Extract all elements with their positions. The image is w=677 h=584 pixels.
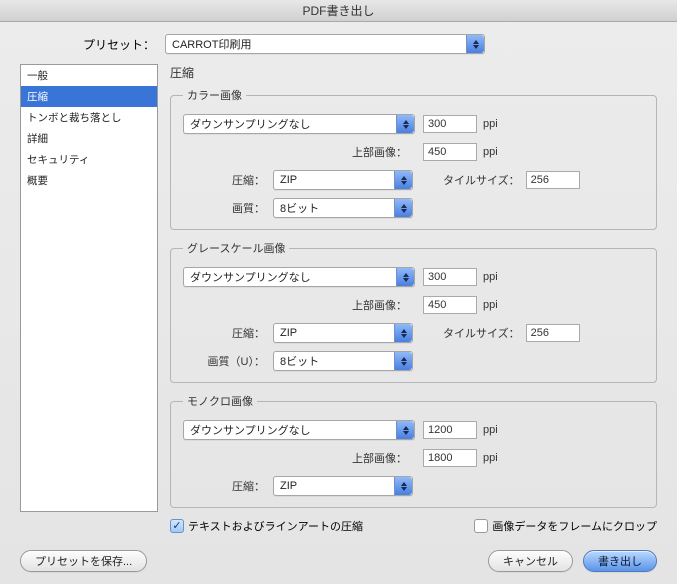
color-tile-label: タイルサイズ： (443, 172, 520, 188)
color-compress-value: ZIP (274, 174, 394, 186)
export-button[interactable]: 書き出し (583, 550, 657, 572)
dropdown-arrows-icon (394, 352, 412, 370)
color-quality-label: 画質： (183, 200, 273, 216)
gray-compress-label: 圧縮： (183, 325, 273, 341)
color-compress-label: 圧縮： (183, 172, 273, 188)
sidebar-item-general[interactable]: 一般 (21, 65, 157, 86)
ppi-unit: ppi (483, 146, 498, 158)
color-downsample-value: ダウンサンプリングなし (184, 116, 396, 132)
dropdown-arrows-icon (466, 35, 484, 53)
dropdown-arrows-icon (394, 477, 412, 495)
sidebar-item-summary[interactable]: 概要 (21, 170, 157, 191)
color-above-ppi-input[interactable]: 450 (423, 143, 477, 161)
dropdown-arrows-icon (394, 199, 412, 217)
save-preset-button[interactable]: プリセットを保存... (20, 550, 147, 572)
cancel-button[interactable]: キャンセル (488, 550, 573, 572)
compress-text-lineart-checkbox[interactable]: テキストおよびラインアートの圧縮 (170, 518, 363, 534)
preset-label: プリセット： (20, 36, 165, 53)
color-downsample-select[interactable]: ダウンサンプリングなし (183, 114, 415, 134)
compress-text-lineart-label: テキストおよびラインアートの圧縮 (188, 518, 363, 534)
crop-image-data-label: 画像データをフレームにクロップ (492, 518, 657, 534)
mono-compress-label: 圧縮： (183, 478, 273, 494)
gray-quality-select[interactable]: 8ビット (273, 351, 413, 371)
color-quality-select[interactable]: 8ビット (273, 198, 413, 218)
color-images-group: カラー画像 ダウンサンプリングなし 300 ppi 上部画像： 450 ppi (170, 87, 657, 230)
mono-above-label: 上部画像： (183, 450, 415, 466)
mono-above-ppi-input[interactable]: 1800 (423, 449, 477, 467)
checkbox-icon (170, 519, 184, 533)
gray-tile-input[interactable]: 256 (526, 324, 580, 342)
ppi-unit: ppi (483, 271, 498, 283)
gray-downsample-select[interactable]: ダウンサンプリングなし (183, 267, 415, 287)
ppi-unit: ppi (483, 452, 498, 464)
color-quality-value: 8ビット (274, 200, 394, 216)
dropdown-arrows-icon (394, 324, 412, 342)
sidebar: 一般 圧縮 トンボと裁ち落とし 詳細 セキュリティ 概要 (20, 64, 158, 512)
gray-quality-label: 画質（U）： (183, 353, 273, 369)
crop-image-data-checkbox[interactable]: 画像データをフレームにクロップ (474, 518, 657, 534)
ppi-unit: ppi (483, 424, 498, 436)
mono-downsample-value: ダウンサンプリングなし (184, 422, 396, 438)
section-title: 圧縮 (170, 64, 657, 81)
mono-compress-select[interactable]: ZIP (273, 476, 413, 496)
gray-downsample-value: ダウンサンプリングなし (184, 269, 396, 285)
gray-compress-select[interactable]: ZIP (273, 323, 413, 343)
ppi-unit: ppi (483, 299, 498, 311)
window-title: PDF書き出し (0, 0, 677, 22)
color-compress-select[interactable]: ZIP (273, 170, 413, 190)
gray-images-group: グレースケール画像 ダウンサンプリングなし 300 ppi 上部画像： 450 … (170, 240, 657, 383)
dropdown-arrows-icon (396, 421, 414, 439)
sidebar-item-security[interactable]: セキュリティ (21, 149, 157, 170)
dropdown-arrows-icon (396, 115, 414, 133)
color-ppi-input[interactable]: 300 (423, 115, 477, 133)
gray-compress-value: ZIP (274, 327, 394, 339)
sidebar-item-compression[interactable]: 圧縮 (21, 86, 157, 107)
gray-quality-value: 8ビット (274, 353, 394, 369)
color-tile-input[interactable]: 256 (526, 171, 580, 189)
mono-compress-value: ZIP (274, 480, 394, 492)
preset-value: CARROT印刷用 (166, 36, 466, 52)
mono-ppi-input[interactable]: 1200 (423, 421, 477, 439)
checkbox-icon (474, 519, 488, 533)
mono-legend: モノクロ画像 (183, 393, 257, 409)
gray-legend: グレースケール画像 (183, 240, 289, 256)
sidebar-item-advanced[interactable]: 詳細 (21, 128, 157, 149)
sidebar-item-marks[interactable]: トンボと裁ち落とし (21, 107, 157, 128)
ppi-unit: ppi (483, 118, 498, 130)
color-legend: カラー画像 (183, 87, 246, 103)
mono-downsample-select[interactable]: ダウンサンプリングなし (183, 420, 415, 440)
preset-select[interactable]: CARROT印刷用 (165, 34, 485, 54)
gray-above-ppi-input[interactable]: 450 (423, 296, 477, 314)
color-above-label: 上部画像： (183, 144, 415, 160)
dropdown-arrows-icon (394, 171, 412, 189)
dropdown-arrows-icon (396, 268, 414, 286)
mono-images-group: モノクロ画像 ダウンサンプリングなし 1200 ppi 上部画像： 1800 p… (170, 393, 657, 508)
gray-above-label: 上部画像： (183, 297, 415, 313)
gray-tile-label: タイルサイズ： (443, 325, 520, 341)
gray-ppi-input[interactable]: 300 (423, 268, 477, 286)
